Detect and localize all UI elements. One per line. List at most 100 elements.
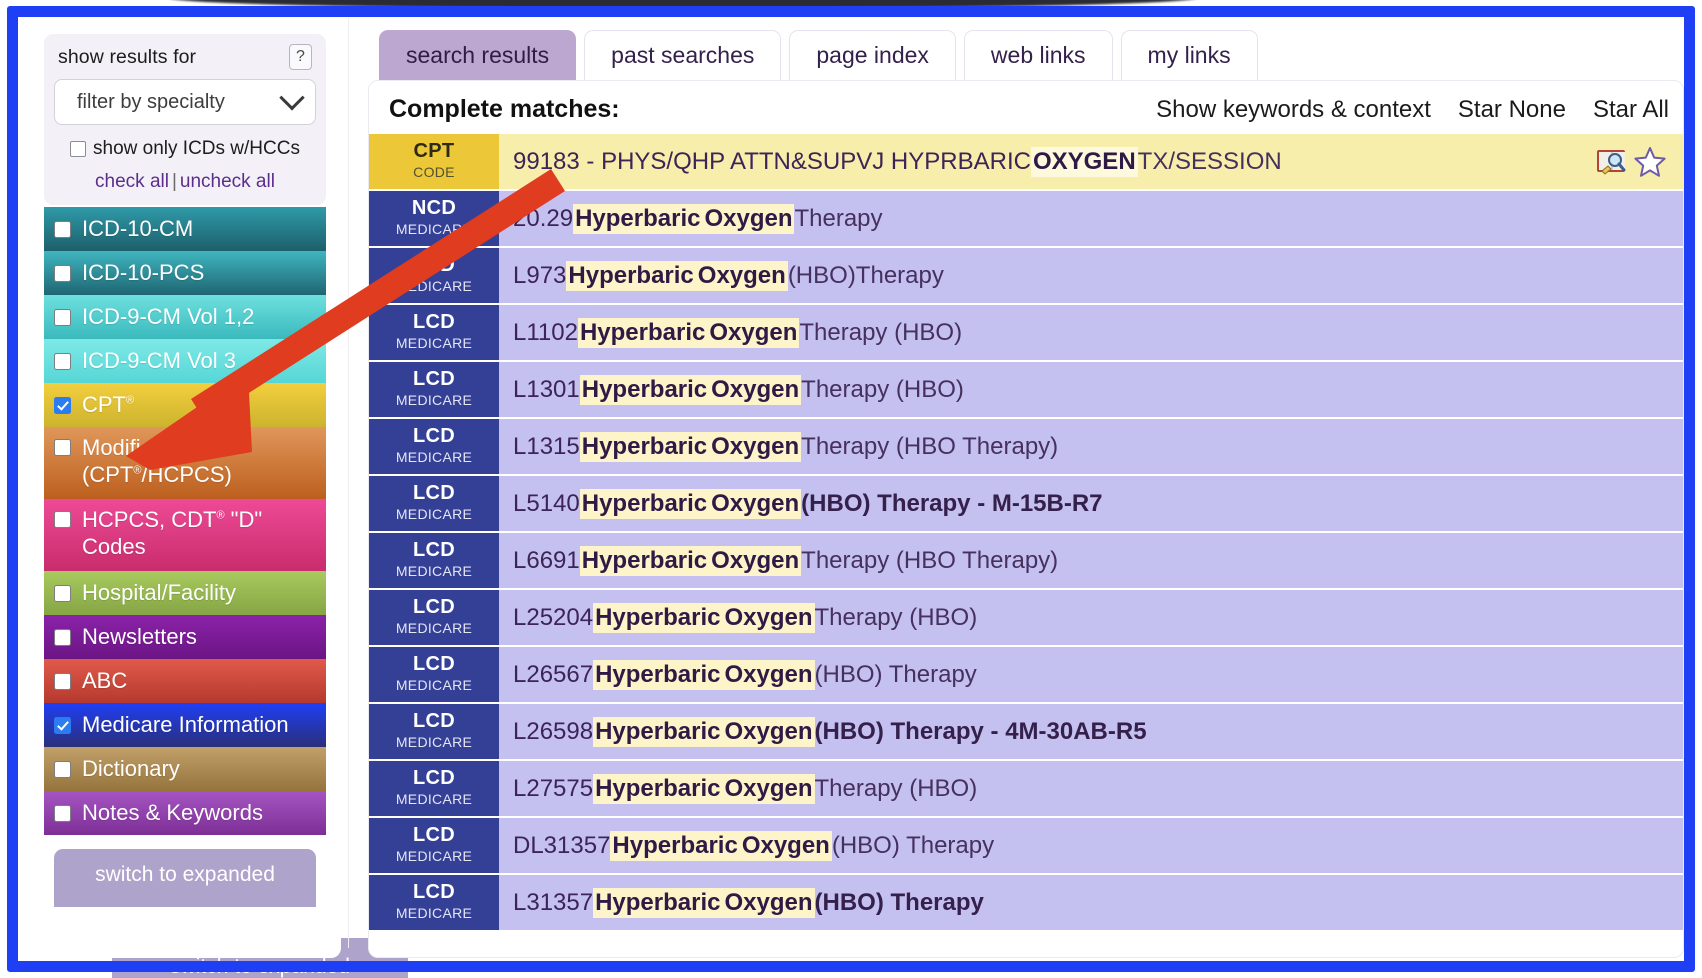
result-row[interactable]: LCD MEDICARE L25204 Hyperbaric Oxygen Ther… [369, 590, 1683, 645]
sidebar-category-hospital-facility[interactable]: Hospital/Facility [44, 571, 326, 615]
result-highlight-2: Oxygen [722, 602, 815, 633]
result-row-tag-sub: MEDICARE [395, 620, 473, 637]
sidebar-category-abc[interactable]: ABC [44, 659, 326, 703]
result-row[interactable]: LCD MEDICARE L31357 Hyperbaric Oxygen (HBO… [369, 875, 1683, 930]
result-row-text: L1301 Hyperbaric Oxygen Therapy (HBO) [499, 362, 1683, 417]
category-checkbox[interactable] [54, 352, 71, 370]
filter-header: show results for ? [54, 44, 316, 70]
result-row-tag-main: LCD [412, 539, 455, 562]
tab-my-links[interactable]: my links [1120, 30, 1258, 80]
result-row[interactable]: NCD MEDICARE 20.29 Hyperbaric Oxygen Thera… [369, 191, 1683, 246]
result-row[interactable]: LCD MEDICARE L1301 Hyperbaric Oxygen Thera… [369, 362, 1683, 417]
sidebar-category-icd-9-cm-vol-3[interactable]: ICD-9-CM Vol 3 [44, 339, 326, 383]
category-checkbox[interactable] [54, 511, 71, 528]
category-checkbox[interactable] [54, 308, 71, 326]
help-button[interactable]: ? [289, 44, 312, 70]
filter-by-specialty-select[interactable]: filter by specialty [54, 79, 316, 125]
sidebar-category-medicare-information[interactable]: Medicare Information [44, 703, 326, 747]
result-row[interactable]: LCD MEDICARE L26567 Hyperbaric Oxygen (HBO… [369, 647, 1683, 702]
result-highlight-1: Hyperbaric [579, 545, 710, 576]
result-row-tag: LCD MEDICARE [369, 476, 499, 531]
category-label: ICD-9-CM Vol 1,2 [82, 304, 255, 330]
result-code: L26567 [513, 660, 594, 688]
result-row-tag: LCD MEDICARE [369, 533, 499, 588]
panel-divider [348, 18, 349, 948]
result-row-tag-main: LCD [412, 425, 455, 448]
result-tail: (HBO) Therapy - 4M-30AB-R5 [814, 717, 1147, 745]
result-tail: Therapy (HBO Therapy) [801, 432, 1059, 460]
tab-web-links[interactable]: web links [963, 30, 1113, 80]
category-checkbox[interactable] [54, 804, 71, 822]
result-row-tag-sub: MEDICARE [395, 335, 473, 352]
result-row-tag-sub: MEDICARE [395, 449, 473, 466]
action-show-keywords-context[interactable]: Show keywords & context [1156, 96, 1431, 124]
result-row[interactable]: LCD MEDICARE L1315 Hyperbaric Oxygen Thera… [369, 419, 1683, 474]
check-uncheck-row: check all | uncheck all [54, 171, 316, 193]
category-label: Newsletters [82, 624, 197, 650]
show-only-hccs-label: show only ICDs w/HCCs [93, 138, 300, 159]
result-row-tag: LCD MEDICARE [369, 305, 499, 360]
result-row-tag: LCD MEDICARE [369, 248, 499, 303]
category-checkbox[interactable] [54, 439, 71, 456]
result-row[interactable]: LCD MEDICARE L26598 Hyperbaric Oxygen (HBO… [369, 704, 1683, 759]
result-row-tag-sub: MEDICARE [395, 734, 473, 751]
category-checkbox[interactable] [54, 220, 71, 238]
sidebar-category-cpt[interactable]: CPT® [44, 383, 326, 427]
result-tail: Therapy [794, 204, 883, 232]
result-highlight-2: Oxygen [722, 659, 815, 690]
result-row-tag-main: LCD [412, 767, 455, 790]
result-row[interactable]: LCD MEDICARE DL31357 Hyperbaric Oxygen (HB… [369, 818, 1683, 873]
tab-past-searches[interactable]: past searches [584, 30, 782, 80]
result-row[interactable]: CPT CODE 99183 - PHYS/QHP ATTN&SUPVJ HYPRB… [369, 134, 1683, 189]
sidebar-category-icd-9-cm-vol-1-2[interactable]: ICD-9-CM Vol 1,2 [44, 295, 326, 339]
sidebar-category-notes-keywords[interactable]: Notes & Keywords [44, 791, 326, 835]
result-row-tag-sub: MEDICARE [395, 278, 473, 295]
tab-page-index[interactable]: page index [789, 30, 956, 80]
result-row-tag-sub: MEDICARE [395, 677, 473, 694]
category-label: ICD-9-CM Vol 3 [82, 348, 237, 374]
book-search-icon[interactable] [1595, 147, 1629, 177]
result-tail: Therapy (HBO) [801, 375, 964, 403]
result-row[interactable]: LCD MEDICARE L6691 Hyperbaric Oxygen Thera… [369, 533, 1683, 588]
category-checkbox[interactable] [54, 264, 71, 282]
show-only-hccs-row[interactable]: show only ICDs w/HCCs [54, 138, 316, 160]
chevron-down-icon [279, 85, 305, 111]
tab-search-results[interactable]: search results [379, 30, 577, 80]
star-outline-icon[interactable] [1633, 145, 1667, 179]
result-tail: (HBO) Therapy [831, 831, 995, 859]
main-panel: search results past searches page index web… [368, 18, 1684, 958]
result-row[interactable]: LCD MEDICARE L5140 Hyperbaric Oxygen (HBO)… [369, 476, 1683, 531]
category-label: Dictionary [82, 756, 180, 782]
result-row-text: L6691 Hyperbaric Oxygen Therapy (HBO The… [499, 533, 1683, 588]
action-star-none[interactable]: Star None [1458, 96, 1566, 124]
sidebar-category-icd-10-pcs[interactable]: ICD-10-PCS [44, 251, 326, 295]
category-checkbox[interactable] [54, 396, 71, 414]
action-star-all[interactable]: Star All [1593, 96, 1669, 124]
complete-matches-heading: Complete matches: [389, 95, 620, 123]
result-row[interactable]: LCD MEDICARE L27575 Hyperbaric Oxygen Ther… [369, 761, 1683, 816]
category-checkbox[interactable] [54, 716, 71, 734]
app-root: show results for ? filter by specialty s… [0, 0, 1702, 978]
result-highlight-2: Oxygen [695, 260, 788, 291]
sidebar-category-icd-10-cm[interactable]: ICD-10-CM [44, 207, 326, 251]
switch-to-expanded-button[interactable]: switch to expanded [54, 849, 316, 907]
result-code: L26598 [513, 717, 594, 745]
sidebar-category-newsletters[interactable]: Newsletters [44, 615, 326, 659]
result-row-tag: LCD MEDICARE [369, 647, 499, 702]
sidebar-category-dictionary[interactable]: Dictionary [44, 747, 326, 791]
result-row[interactable]: LCD MEDICARE L1102 Hyperbaric Oxygen Thera… [369, 305, 1683, 360]
check-all-link[interactable]: check all [95, 171, 169, 192]
show-only-hccs-checkbox[interactable] [70, 141, 87, 157]
result-tail: (HBO) Therapy [814, 660, 977, 688]
sidebar-category-hcpcs-cdt-d-codes[interactable]: HCPCS, CDT® "D" Codes [44, 499, 326, 571]
result-row-tag-sub: MEDICARE [395, 791, 473, 808]
result-row[interactable]: LCD MEDICARE L973 Hyperbaric Oxygen (HBO)T… [369, 248, 1683, 303]
category-checkbox[interactable] [54, 760, 71, 778]
bottom-partial-button-label[interactable]: switch to expanded [115, 955, 405, 978]
category-checkbox[interactable] [54, 628, 71, 646]
sidebar-category-modifiers-cpt-hcpcs[interactable]: Modifiers (CPT®/HCPCS) [44, 427, 326, 499]
category-checkbox[interactable] [54, 672, 71, 690]
result-tail: Therapy (HBO) [814, 603, 978, 631]
uncheck-all-link[interactable]: uncheck all [180, 171, 275, 192]
category-checkbox[interactable] [54, 584, 71, 602]
